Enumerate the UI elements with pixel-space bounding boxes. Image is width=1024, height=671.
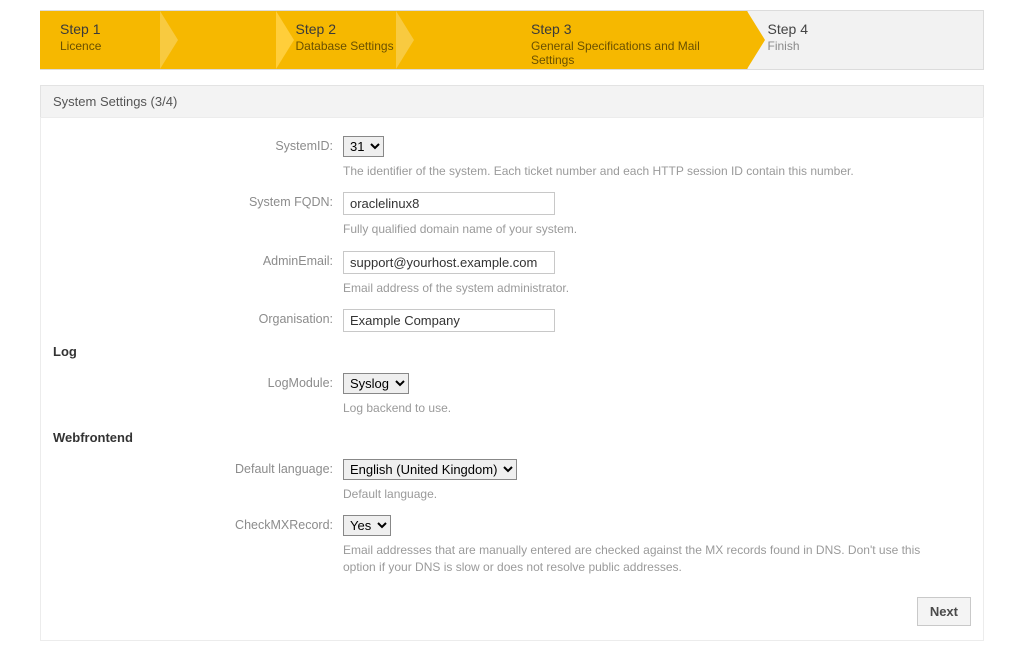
panel-title: System Settings (3/4) bbox=[40, 85, 984, 117]
row-check-mx: CheckMXRecord: Yes Email addresses that … bbox=[53, 515, 971, 577]
label-check-mx: CheckMXRecord: bbox=[53, 515, 343, 577]
step-title: Step 4 bbox=[768, 21, 968, 37]
help-system-fqdn: Fully qualified domain name of your syst… bbox=[343, 221, 953, 238]
next-button[interactable]: Next bbox=[917, 597, 971, 626]
row-system-fqdn: System FQDN: Fully qualified domain name… bbox=[53, 192, 971, 238]
row-organisation: Organisation: bbox=[53, 309, 971, 332]
step-title: Step 1 bbox=[60, 21, 260, 37]
label-system-id: SystemID: bbox=[53, 136, 343, 180]
step-sub: Licence bbox=[60, 39, 260, 53]
row-system-id: SystemID: 31 The identifier of the syste… bbox=[53, 136, 971, 180]
label-system-fqdn: System FQDN: bbox=[53, 192, 343, 238]
help-check-mx: Email addresses that are manually entere… bbox=[343, 542, 953, 577]
wizard-steps: Step 1 Licence Step 2 Database Settings … bbox=[40, 10, 984, 70]
system-id-select[interactable]: 31 bbox=[343, 136, 384, 157]
help-default-language: Default language. bbox=[343, 486, 953, 503]
panel-footer: Next bbox=[53, 597, 971, 626]
wizard-step-1[interactable]: Step 1 Licence bbox=[40, 11, 276, 69]
label-default-language: Default language: bbox=[53, 459, 343, 503]
system-fqdn-input[interactable] bbox=[343, 192, 555, 215]
panel-body: SystemID: 31 The identifier of the syste… bbox=[40, 117, 984, 641]
section-log: Log bbox=[53, 344, 971, 359]
step-title: Step 2 bbox=[296, 21, 496, 37]
default-language-select[interactable]: English (United Kingdom) bbox=[343, 459, 517, 480]
step-sub: Finish bbox=[768, 39, 968, 53]
help-admin-email: Email address of the system administrato… bbox=[343, 280, 953, 297]
log-module-select[interactable]: Syslog bbox=[343, 373, 409, 394]
wizard-step-4[interactable]: Step 4 Finish bbox=[747, 11, 984, 69]
help-log-module: Log backend to use. bbox=[343, 400, 953, 417]
step-sub: General Specifications and Mail Settings bbox=[531, 39, 731, 67]
label-log-module: LogModule: bbox=[53, 373, 343, 417]
organisation-input[interactable] bbox=[343, 309, 555, 332]
admin-email-input[interactable] bbox=[343, 251, 555, 274]
wizard-step-3[interactable]: Step 3 General Specifications and Mail S… bbox=[511, 11, 747, 69]
section-webfrontend: Webfrontend bbox=[53, 430, 971, 445]
label-organisation: Organisation: bbox=[53, 309, 343, 332]
row-admin-email: AdminEmail: Email address of the system … bbox=[53, 251, 971, 297]
row-default-language: Default language: English (United Kingdo… bbox=[53, 459, 971, 503]
step-title: Step 3 bbox=[531, 21, 731, 37]
wizard-step-2[interactable]: Step 2 Database Settings bbox=[276, 11, 512, 69]
row-log-module: LogModule: Syslog Log backend to use. bbox=[53, 373, 971, 417]
check-mx-select[interactable]: Yes bbox=[343, 515, 391, 536]
label-admin-email: AdminEmail: bbox=[53, 251, 343, 297]
help-system-id: The identifier of the system. Each ticke… bbox=[343, 163, 953, 180]
step-sub: Database Settings bbox=[296, 39, 496, 53]
